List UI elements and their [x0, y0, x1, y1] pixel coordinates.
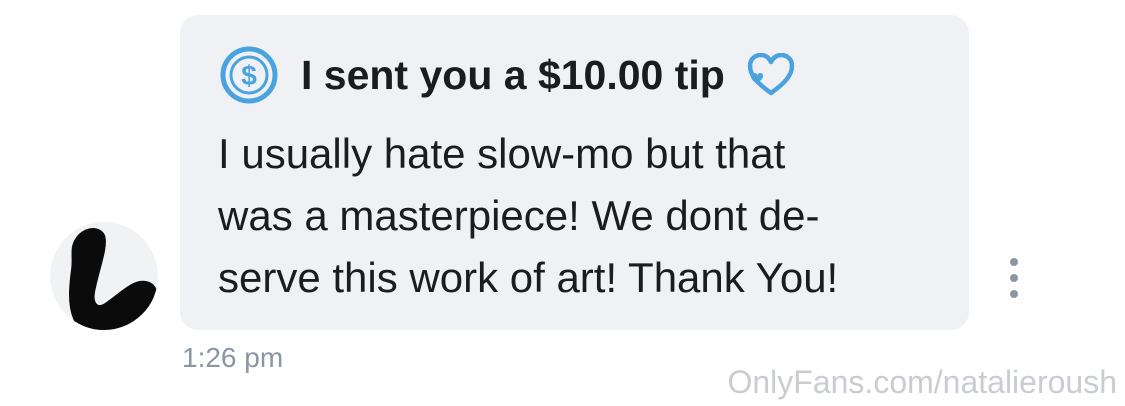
message-line: serve this work of art! Thank You!	[218, 254, 839, 301]
sender-avatar[interactable]	[50, 222, 158, 330]
svg-text:$: $	[241, 60, 257, 91]
menu-dot	[1010, 274, 1018, 282]
vertical-ellipsis-icon[interactable]	[1002, 258, 1026, 298]
heart-outline-icon	[747, 53, 795, 96]
message-timestamp: 1:26 pm	[182, 342, 284, 373]
dollar-circle-icon: $	[220, 46, 278, 104]
tip-message-bubble: $ I sent you a $10.00 tip I usually hate…	[180, 15, 969, 330]
message-line: was a masterpiece! We dont de-	[218, 192, 820, 239]
watermark: OnlyFans.com/natalieroush	[727, 364, 1117, 400]
tip-amount-label: I sent you a $10.00 tip	[301, 52, 725, 98]
message-text: I usually hate slow-mo but that was a ma…	[218, 123, 918, 309]
menu-dot	[1010, 258, 1018, 266]
message-line: I usually hate slow-mo but that	[218, 130, 786, 177]
tip-header: $ I sent you a $10.00 tip	[220, 46, 795, 104]
redacted-scribble-icon	[69, 228, 158, 330]
menu-dot	[1010, 290, 1018, 298]
